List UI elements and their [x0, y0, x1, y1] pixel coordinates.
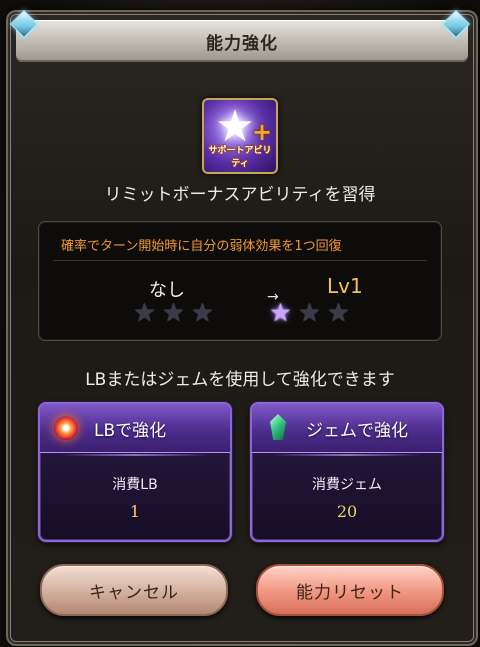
gem-crystal-icon [262, 414, 294, 442]
gem-cost-label: 消費ジェム [312, 477, 382, 493]
lb-card-title: LBで強化 [94, 421, 167, 441]
dialog-title: 能力強化 [206, 33, 278, 54]
gem-cost-value: 20 [336, 502, 358, 521]
level-after: Lv1 [327, 274, 363, 298]
star-empty-icon: ★ [133, 298, 156, 327]
lb-cost-label: 消費LB [112, 477, 158, 493]
star-empty-icon: ★ [162, 298, 185, 327]
effect-divider [53, 260, 427, 261]
star-empty-icon: ★ [298, 298, 321, 327]
card-divider [272, 454, 422, 456]
enhance-with-gem-button[interactable]: ジェムで強化 消費ジェム 20 [250, 402, 444, 542]
learn-ability-text: リミットボーナスアビリティを習得 [104, 185, 376, 205]
cancel-button[interactable]: キャンセル [40, 564, 228, 616]
gem-card-title: ジェムで強化 [306, 421, 408, 441]
star-empty-icon: ★ [191, 298, 214, 327]
support-ability-icon: ★ + サポートアビリティ [202, 98, 278, 174]
reset-ability-button[interactable]: 能力リセット [256, 564, 444, 616]
lb-orb-icon [50, 414, 82, 442]
lb-cost-value: 1 [129, 502, 141, 521]
card-divider [60, 454, 210, 456]
enhance-with-lb-button[interactable]: LBで強化 消費LB 1 [38, 402, 232, 542]
star-empty-icon: ★ [327, 298, 350, 327]
enhance-hint-text: LBまたはジェムを使用して強化できます [85, 370, 395, 390]
stars-before: ★ ★ ★ [131, 300, 216, 326]
star-filled-icon: ★ [269, 298, 292, 327]
ability-icon-label: サポートアビリティ [208, 146, 272, 169]
dialog-title-bar: 能力強化 [16, 20, 468, 62]
stars-after: ★ ★ ★ [267, 300, 352, 326]
effect-panel: 確率でターン開始時に自分の弱体効果を1つ回復 なし → Lv1 ★ ★ ★ ★ ★ ★ [38, 221, 442, 341]
effect-description: 確率でターン開始時に自分の弱体効果を1つ回復 [61, 239, 342, 254]
plus-icon: + [252, 118, 273, 146]
